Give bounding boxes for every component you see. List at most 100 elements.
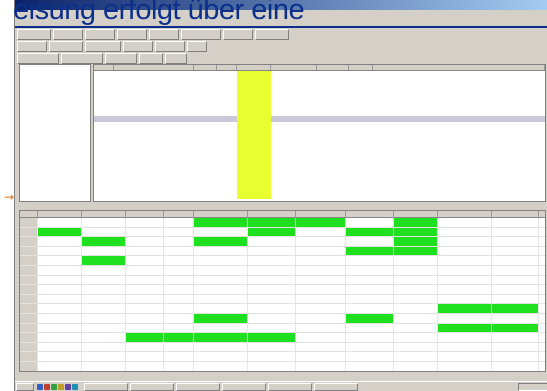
grid-cell[interactable]: [194, 285, 248, 294]
toolbar-button[interactable]: [223, 29, 253, 40]
grid-cell[interactable]: [296, 275, 346, 285]
grid-cell[interactable]: [438, 285, 492, 294]
toolbar-button[interactable]: [117, 29, 147, 40]
start-button[interactable]: [16, 382, 34, 391]
toolbar-button[interactable]: [149, 29, 179, 40]
grid-cell[interactable]: [492, 218, 539, 227]
column-header[interactable]: [317, 65, 349, 70]
grid-cell[interactable]: [194, 275, 248, 285]
grid-cell[interactable]: [38, 237, 82, 246]
grid-cell[interactable]: [296, 361, 346, 371]
grid-cell[interactable]: [164, 313, 194, 323]
grid-cell[interactable]: [82, 285, 126, 294]
app-icon[interactable]: [58, 383, 64, 390]
grid-cell[interactable]: [438, 361, 492, 371]
grid-cell[interactable]: [438, 256, 492, 265]
grid-cell[interactable]: [126, 237, 164, 246]
grid-cell[interactable]: [194, 342, 248, 352]
grid-cell[interactable]: [164, 352, 194, 361]
grid-cell[interactable]: [296, 313, 346, 323]
toolbar-button[interactable]: [255, 29, 289, 40]
grid-cell[interactable]: [296, 285, 346, 294]
taskbar-task[interactable]: [130, 382, 174, 391]
assigned-slot[interactable]: [492, 323, 539, 333]
grid-cell[interactable]: [38, 323, 82, 333]
taskbar-task[interactable]: [176, 382, 220, 391]
grid-cell[interactable]: [164, 361, 194, 371]
grid-cell[interactable]: [296, 256, 346, 265]
column-header[interactable]: [271, 65, 318, 70]
grid-cell[interactable]: [492, 294, 539, 304]
assigned-slot[interactable]: [248, 227, 296, 237]
assigned-slot[interactable]: [346, 246, 394, 256]
column-header[interactable]: [194, 65, 218, 70]
grid-cell[interactable]: [82, 227, 126, 237]
grid-cell[interactable]: [248, 294, 296, 304]
grid-cell[interactable]: [126, 285, 164, 294]
grid-cell[interactable]: [248, 304, 296, 313]
grid-cell[interactable]: [164, 342, 194, 352]
grid-cell[interactable]: [164, 237, 194, 246]
grid-cell[interactable]: [82, 218, 126, 227]
column-header[interactable]: [217, 65, 238, 70]
toolbar-button[interactable]: [17, 41, 47, 52]
grid-cell[interactable]: [126, 227, 164, 237]
grid-cell[interactable]: [346, 352, 394, 361]
assigned-slot[interactable]: [38, 227, 82, 237]
grid-cell[interactable]: [126, 313, 164, 323]
toolbar-button[interactable]: [123, 41, 153, 52]
toolbar-button[interactable]: [155, 41, 185, 52]
grid-cell[interactable]: [492, 285, 539, 294]
toolbar-button[interactable]: [53, 29, 83, 40]
grid-cell[interactable]: [38, 294, 82, 304]
grid-cell[interactable]: [248, 361, 296, 371]
grid-cell[interactable]: [248, 246, 296, 256]
grid-cell[interactable]: [248, 285, 296, 294]
toolbar-button[interactable]: [85, 41, 121, 52]
grid-cell[interactable]: [492, 256, 539, 265]
grid-cell[interactable]: [38, 285, 82, 294]
schedule-grid[interactable]: [19, 210, 546, 372]
grid-cell[interactable]: [126, 304, 164, 313]
grid-cell[interactable]: [126, 352, 164, 361]
grid-cell[interactable]: [346, 275, 394, 285]
grid-cell[interactable]: [126, 342, 164, 352]
grid-cell[interactable]: [394, 294, 438, 304]
grid-cell[interactable]: [394, 313, 438, 323]
app-icon[interactable]: [44, 383, 50, 390]
grid-cell[interactable]: [438, 333, 492, 342]
grid-cell[interactable]: [438, 342, 492, 352]
grid-cell[interactable]: [346, 265, 394, 275]
grid-cell[interactable]: [296, 265, 346, 275]
grid-cell[interactable]: [164, 227, 194, 237]
tree-view[interactable]: [19, 64, 91, 202]
grid-cell[interactable]: [394, 352, 438, 361]
grid-cell[interactable]: [82, 275, 126, 285]
assigned-slot[interactable]: [82, 237, 126, 246]
grid-cell[interactable]: [296, 352, 346, 361]
grid-cell[interactable]: [492, 333, 539, 342]
grid-cell[interactable]: [296, 294, 346, 304]
grid-cell[interactable]: [438, 246, 492, 256]
assigned-slot[interactable]: [126, 333, 164, 342]
app-icon[interactable]: [51, 383, 57, 390]
grid-cell[interactable]: [126, 294, 164, 304]
assigned-slot[interactable]: [248, 333, 296, 342]
assigned-slot[interactable]: [194, 237, 248, 246]
grid-cell[interactable]: [394, 275, 438, 285]
grid-cell[interactable]: [346, 323, 394, 333]
grid-cell[interactable]: [194, 265, 248, 275]
toolbar-button[interactable]: [85, 29, 115, 40]
assigned-slot[interactable]: [438, 304, 492, 313]
grid-cell[interactable]: [82, 313, 126, 323]
grid-cell[interactable]: [492, 313, 539, 323]
grid-cell[interactable]: [82, 265, 126, 275]
grid-cell[interactable]: [164, 246, 194, 256]
grid-cell[interactable]: [296, 246, 346, 256]
toolbar-button[interactable]: [61, 53, 103, 64]
grid-cell[interactable]: [248, 265, 296, 275]
grid-cell[interactable]: [164, 323, 194, 333]
assigned-slot[interactable]: [82, 256, 126, 265]
grid-cell[interactable]: [296, 227, 346, 237]
grid-cell[interactable]: [38, 246, 82, 256]
